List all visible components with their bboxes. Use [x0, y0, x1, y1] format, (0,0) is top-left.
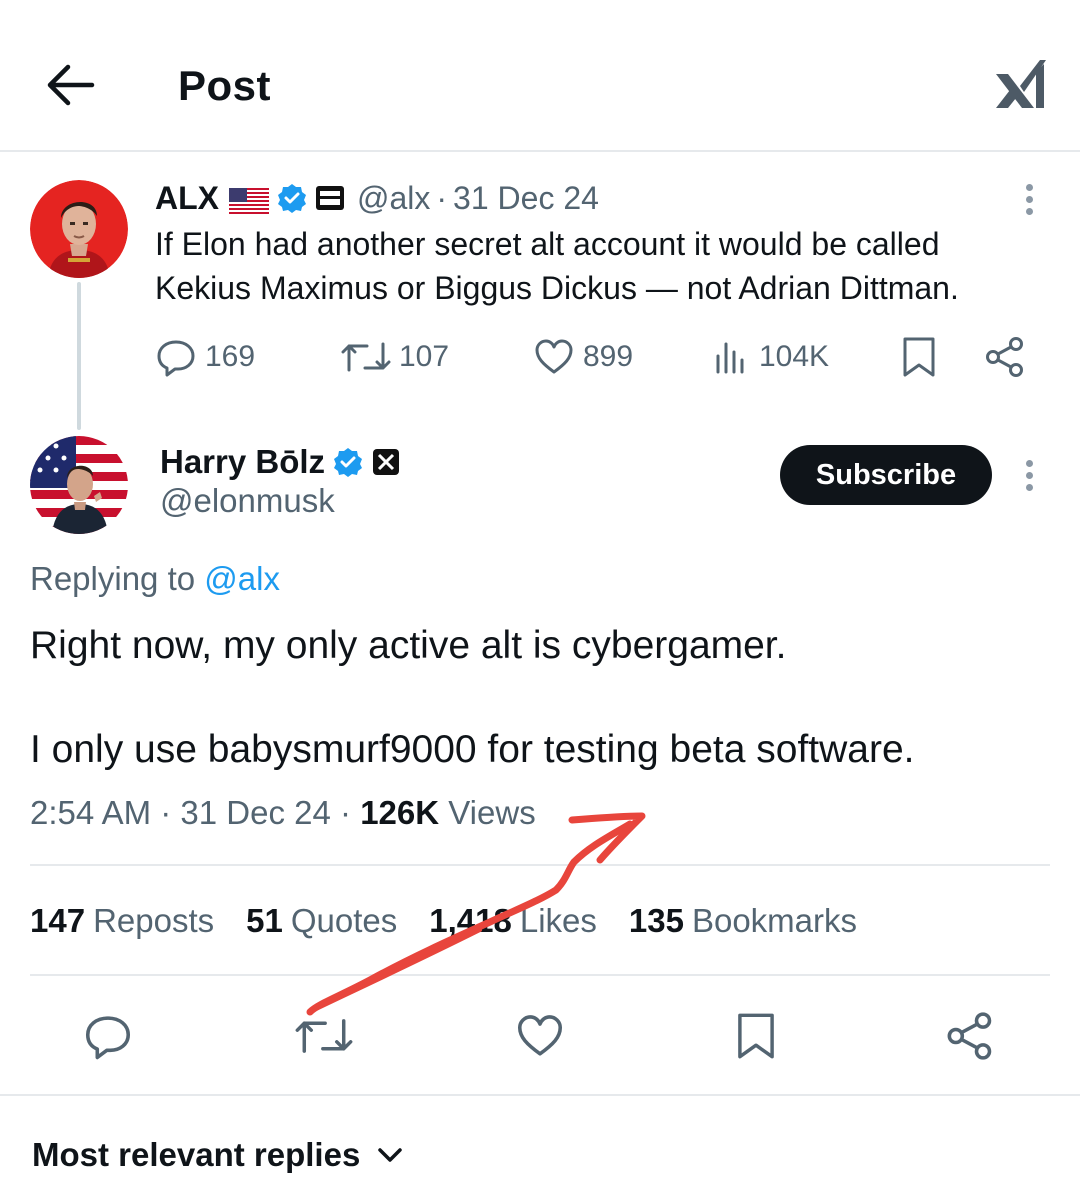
reply-icon	[85, 1016, 131, 1060]
repost-button[interactable]: 107	[341, 332, 449, 382]
chevron-down-icon	[378, 1148, 403, 1162]
more-options-icon[interactable]	[1020, 456, 1040, 496]
share-icon	[947, 1012, 992, 1060]
main-handle[interactable]: @elonmusk	[160, 482, 335, 520]
quoted-post-actions: 169 107 899 104K	[155, 332, 1035, 382]
subscribe-button[interactable]: Subscribe	[780, 445, 992, 505]
main-post-text-line1: Right now, my only active alt is cyberga…	[30, 624, 787, 667]
quoted-post-header: ALX @alx · 31 Dec 24	[155, 178, 599, 218]
avatar-elonmusk[interactable]	[30, 436, 128, 534]
reply-icon	[157, 340, 195, 377]
quotes-stat[interactable]: 51 Quotes	[246, 902, 397, 940]
main-post-header: Harry Bōlz	[160, 440, 401, 484]
replies-sort-dropdown[interactable]: Most relevant replies	[32, 1136, 404, 1174]
reposts-label: Reposts	[93, 902, 215, 939]
thread-connector	[77, 282, 81, 430]
top-bar: Post	[0, 0, 1080, 152]
quoted-display-name[interactable]: ALX	[155, 180, 219, 217]
bookmark-button[interactable]	[726, 1006, 786, 1066]
repost-icon	[295, 1019, 353, 1053]
replying-to: Replying to @alx	[30, 560, 280, 598]
bookmarks-count: 135	[628, 902, 684, 939]
main-display-name[interactable]: Harry Bōlz	[160, 443, 325, 481]
avatar-alx[interactable]	[30, 180, 128, 278]
quotes-count: 51	[246, 902, 283, 939]
arrow-left-icon	[47, 64, 95, 106]
us-flag-icon	[229, 185, 269, 214]
views-button[interactable]: 104K	[713, 332, 829, 382]
dot-separator: ·	[340, 794, 352, 831]
reply-button[interactable]	[78, 1006, 138, 1066]
main-post-actions	[0, 1006, 1080, 1066]
share-icon	[986, 337, 1023, 377]
main-post-text-line2: I only use babysmurf9000 for testing bet…	[30, 728, 915, 771]
likes-stat[interactable]: 1,418 Likes	[429, 902, 597, 940]
views-label: Views	[448, 794, 536, 831]
heart-icon	[517, 1015, 563, 1056]
likes-label: Likes	[519, 902, 597, 939]
replies-sort-label: Most relevant replies	[32, 1136, 361, 1173]
repost-count: 107	[399, 340, 450, 373]
repost-button[interactable]	[294, 1006, 354, 1066]
reposts-count: 147	[30, 902, 86, 939]
reply-button[interactable]: 169	[155, 332, 255, 382]
page-title: Post	[178, 62, 272, 109]
replying-prefix: Replying to	[30, 560, 196, 597]
verified-badge-icon	[277, 183, 307, 213]
likes-count: 1,418	[429, 902, 512, 939]
views-count: 126K	[360, 794, 440, 831]
divider	[30, 864, 1050, 866]
affiliate-badge-icon	[315, 183, 345, 213]
quoted-text-line1: If Elon had another secret alt account i…	[155, 226, 940, 262]
engagement-stats: 147 Reposts 51 Quotes 1,418 Likes 135 Bookma…	[30, 902, 889, 940]
more-options-icon[interactable]	[1020, 180, 1040, 220]
like-button[interactable]	[510, 1006, 570, 1066]
post-time[interactable]: 2:54 AM	[30, 794, 151, 831]
reposts-stat[interactable]: 147 Reposts	[30, 902, 214, 940]
heart-icon	[535, 339, 573, 374]
quoted-date[interactable]: 31 Dec 24	[453, 180, 599, 217]
bookmark-button[interactable]	[899, 332, 947, 382]
views-count: 104K	[759, 340, 830, 373]
dot-separator: ·	[436, 179, 448, 216]
bookmarks-stat[interactable]: 135 Bookmarks	[629, 902, 857, 940]
quoted-text-line2: Kekius Maximus or Biggus Dickus — not Ad…	[155, 270, 959, 306]
quotes-label: Quotes	[290, 902, 398, 939]
like-count: 899	[583, 340, 634, 373]
replying-handle-link[interactable]: @alx	[204, 560, 280, 597]
back-button[interactable]	[44, 60, 98, 110]
verified-badge-icon	[333, 447, 363, 477]
xai-logo-icon[interactable]	[994, 56, 1048, 112]
dot-separator: ·	[160, 794, 172, 831]
share-button[interactable]	[940, 1006, 1000, 1066]
share-button[interactable]	[983, 332, 1035, 382]
bookmark-icon	[903, 337, 935, 377]
x-affiliate-badge-icon	[371, 447, 401, 477]
analytics-icon	[716, 342, 744, 374]
divider	[30, 974, 1050, 976]
like-button[interactable]: 899	[533, 332, 633, 382]
bookmark-icon	[738, 1013, 774, 1059]
quoted-post-text: If Elon had another secret alt account i…	[155, 222, 1035, 310]
section-divider	[0, 1094, 1080, 1096]
post-meta: 2:54 AM · 31 Dec 24 · 126K Views	[30, 794, 536, 832]
reply-count: 169	[205, 340, 256, 373]
bookmarks-label: Bookmarks	[691, 902, 858, 939]
repost-icon	[341, 342, 391, 372]
post-date[interactable]: 31 Dec 24	[180, 794, 330, 831]
quoted-handle[interactable]: @alx	[357, 180, 430, 217]
